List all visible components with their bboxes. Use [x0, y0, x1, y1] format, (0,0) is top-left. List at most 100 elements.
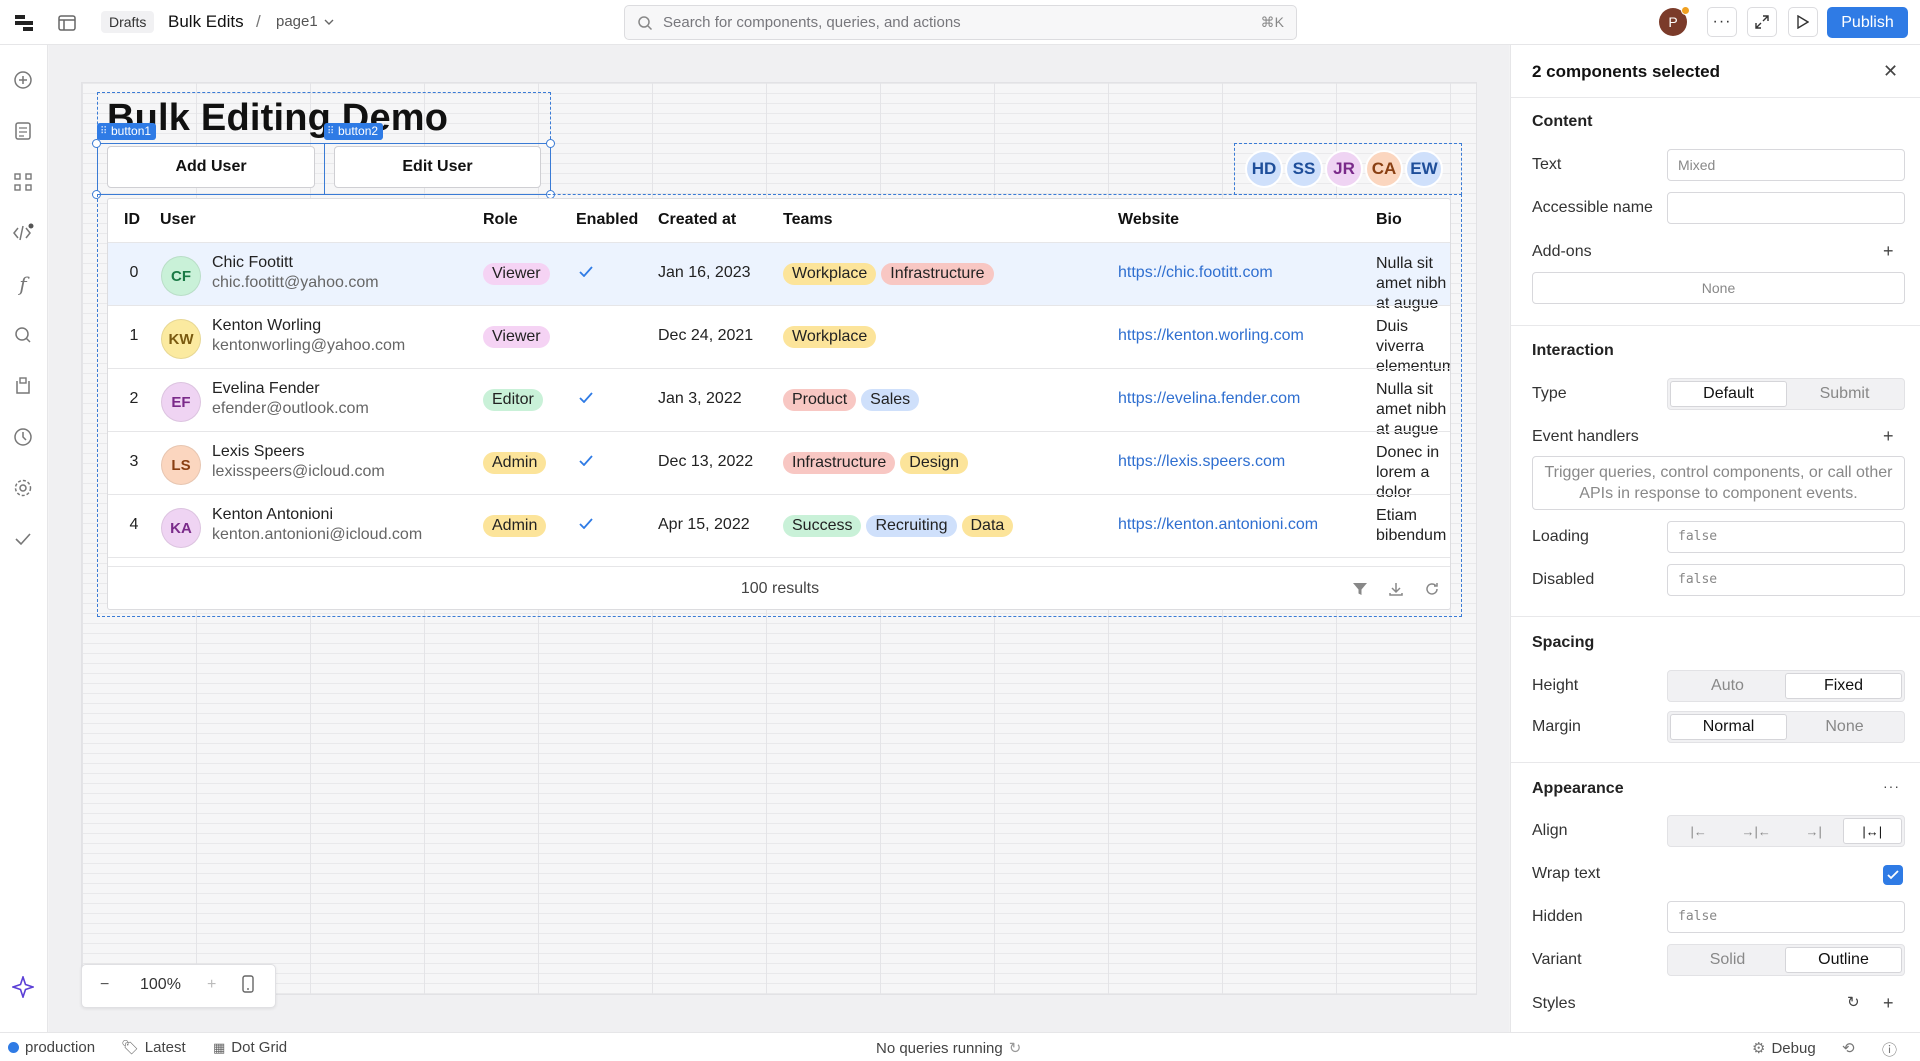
website-link[interactable]: https://evelina.fender.com	[1118, 390, 1300, 408]
variant-solid-option[interactable]: Solid	[1670, 947, 1785, 973]
website-link[interactable]: https://kenton.worling.com	[1118, 327, 1304, 345]
zoom-in-button[interactable]: +	[207, 976, 216, 994]
add-event-handler-icon[interactable]: +	[1883, 426, 1894, 447]
expand-button[interactable]	[1747, 7, 1777, 37]
add-user-button[interactable]: Add User	[107, 146, 315, 188]
table-row[interactable]: 3 LS Lexis Speers lexisspeers@icloud.com Adm…	[108, 431, 1450, 501]
addons-value[interactable]: None	[1532, 272, 1905, 304]
component-tree-icon[interactable]	[12, 171, 34, 193]
height-fixed-option[interactable]: Fixed	[1785, 673, 1902, 699]
type-submit-option[interactable]: Submit	[1787, 381, 1902, 407]
avatar[interactable]: JR	[1325, 150, 1363, 188]
layout-panel-icon[interactable]	[56, 12, 78, 34]
button1-tag[interactable]: button1	[97, 123, 157, 140]
column-header-enabled[interactable]: Enabled	[576, 211, 638, 229]
section-spacing[interactable]: Spacing	[1532, 634, 1594, 652]
align-stretch-icon[interactable]: |↔|	[1842, 818, 1902, 844]
align-left-icon[interactable]: |←	[1670, 818, 1728, 844]
release-selector[interactable]: 🏷 Latest	[121, 1039, 186, 1056]
history-button[interactable]: ⟲	[1842, 1039, 1855, 1057]
type-default-option[interactable]: Default	[1670, 381, 1787, 407]
preview-button[interactable]	[1788, 7, 1818, 37]
wrap-text-checkbox[interactable]	[1883, 865, 1903, 885]
reset-styles-icon[interactable]: ↻	[1847, 993, 1860, 1011]
code-icon[interactable]	[12, 222, 34, 244]
column-header-role[interactable]: Role	[483, 211, 518, 229]
history-icon[interactable]	[12, 426, 34, 448]
more-menu-button[interactable]: ···	[1707, 7, 1737, 37]
users-table[interactable]: ID User Role Enabled Created at Teams We…	[107, 198, 1451, 610]
text-field[interactable]: Mixed	[1667, 149, 1905, 181]
app-name[interactable]: Bulk Edits	[168, 10, 244, 34]
grid-mode-selector[interactable]: ▦ Dot Grid	[213, 1039, 287, 1056]
margin-segmented-control[interactable]: Normal None	[1667, 711, 1905, 743]
ai-assist-sparkle-icon[interactable]	[12, 976, 34, 998]
avatar[interactable]: SS	[1285, 150, 1323, 188]
tag-icon: 🏷	[121, 1039, 139, 1055]
hidden-field[interactable]: false	[1667, 901, 1905, 933]
settings-gear-icon[interactable]	[12, 477, 34, 499]
variant-segmented-control[interactable]: Solid Outline	[1667, 944, 1905, 976]
avatar[interactable]: EW	[1405, 150, 1443, 188]
environment-selector[interactable]: production	[8, 1039, 95, 1056]
function-icon[interactable]: f	[12, 272, 34, 296]
column-header-bio[interactable]: Bio	[1376, 211, 1402, 229]
add-addon-icon[interactable]: +	[1883, 241, 1894, 262]
resize-handle[interactable]	[92, 139, 101, 148]
column-header-id[interactable]: ID	[124, 211, 140, 229]
download-icon[interactable]	[1386, 579, 1406, 599]
state-icon[interactable]	[12, 375, 34, 397]
section-interaction[interactable]: Interaction	[1532, 342, 1614, 360]
add-style-icon[interactable]: +	[1883, 993, 1894, 1014]
refresh-icon[interactable]	[1422, 579, 1442, 599]
align-center-icon[interactable]: →|←	[1728, 818, 1786, 844]
close-icon[interactable]: ✕	[1883, 61, 1898, 82]
type-segmented-control[interactable]: Default Submit	[1667, 378, 1905, 410]
button2-tag[interactable]: button2	[324, 123, 384, 140]
section-appearance[interactable]: Appearance	[1532, 780, 1624, 798]
table-row[interactable]: 4 KA Kenton Antonioni kenton.antonioni@iclo…	[108, 494, 1450, 557]
table-row[interactable]: 0 CF Chic Footitt chic.footitt@yahoo.com Vie…	[108, 242, 1450, 312]
height-auto-option[interactable]: Auto	[1670, 673, 1785, 699]
website-link[interactable]: https://lexis.speers.com	[1118, 453, 1285, 471]
zoom-out-button[interactable]: −	[100, 976, 109, 994]
margin-none-option[interactable]: None	[1787, 714, 1902, 740]
disabled-field[interactable]: false	[1667, 564, 1905, 596]
section-content[interactable]: Content	[1532, 113, 1592, 131]
website-link[interactable]: https://chic.footitt.com	[1118, 264, 1273, 282]
column-header-created-at[interactable]: Created at	[658, 211, 736, 229]
search-bar[interactable]: Search for components, queries, and acti…	[624, 5, 1297, 40]
margin-normal-option[interactable]: Normal	[1670, 714, 1787, 740]
event-handlers-empty-note[interactable]: Trigger queries, control components, or …	[1532, 456, 1905, 510]
breadcrumb-drafts[interactable]: Drafts	[101, 11, 155, 33]
search-icon[interactable]	[12, 324, 34, 346]
mobile-view-icon[interactable]	[242, 975, 254, 998]
type-label: Type	[1532, 385, 1567, 402]
table-row[interactable]: 1 KW Kenton Worling kentonworling@yahoo.com…	[108, 305, 1450, 375]
publish-button[interactable]: Publish	[1827, 7, 1908, 38]
pages-icon[interactable]	[12, 120, 34, 142]
avatar[interactable]: HD	[1245, 150, 1283, 188]
avatar[interactable]: CA	[1365, 150, 1403, 188]
website-link[interactable]: https://kenton.antonioni.com	[1118, 516, 1318, 534]
column-header-user[interactable]: User	[160, 211, 196, 229]
filter-icon[interactable]	[1350, 579, 1370, 599]
column-header-website[interactable]: Website	[1118, 211, 1179, 229]
variant-outline-option[interactable]: Outline	[1785, 947, 1902, 973]
check-icon[interactable]	[12, 528, 34, 550]
table-row[interactable]: 2 EF Evelina Fender efender@outlook.com Edit…	[108, 368, 1450, 438]
debug-button[interactable]: ⚙ Debug	[1752, 1039, 1816, 1058]
help-button[interactable]: ⓘ	[1882, 1039, 1897, 1060]
page-selector[interactable]: page1	[276, 10, 334, 34]
resize-handle[interactable]	[546, 139, 555, 148]
loading-field[interactable]: false	[1667, 521, 1905, 553]
edit-user-button[interactable]: Edit User	[334, 146, 541, 188]
align-segmented-control[interactable]: |← →|← →| |↔|	[1667, 815, 1905, 847]
column-header-teams[interactable]: Teams	[783, 211, 833, 229]
retool-logo-icon[interactable]	[13, 13, 35, 33]
add-component-icon[interactable]	[12, 69, 34, 91]
align-right-icon[interactable]: →|	[1785, 818, 1843, 844]
height-segmented-control[interactable]: Auto Fixed	[1667, 670, 1905, 702]
appearance-more-icon[interactable]: ···	[1883, 778, 1900, 794]
accessible-name-field[interactable]	[1667, 192, 1905, 224]
